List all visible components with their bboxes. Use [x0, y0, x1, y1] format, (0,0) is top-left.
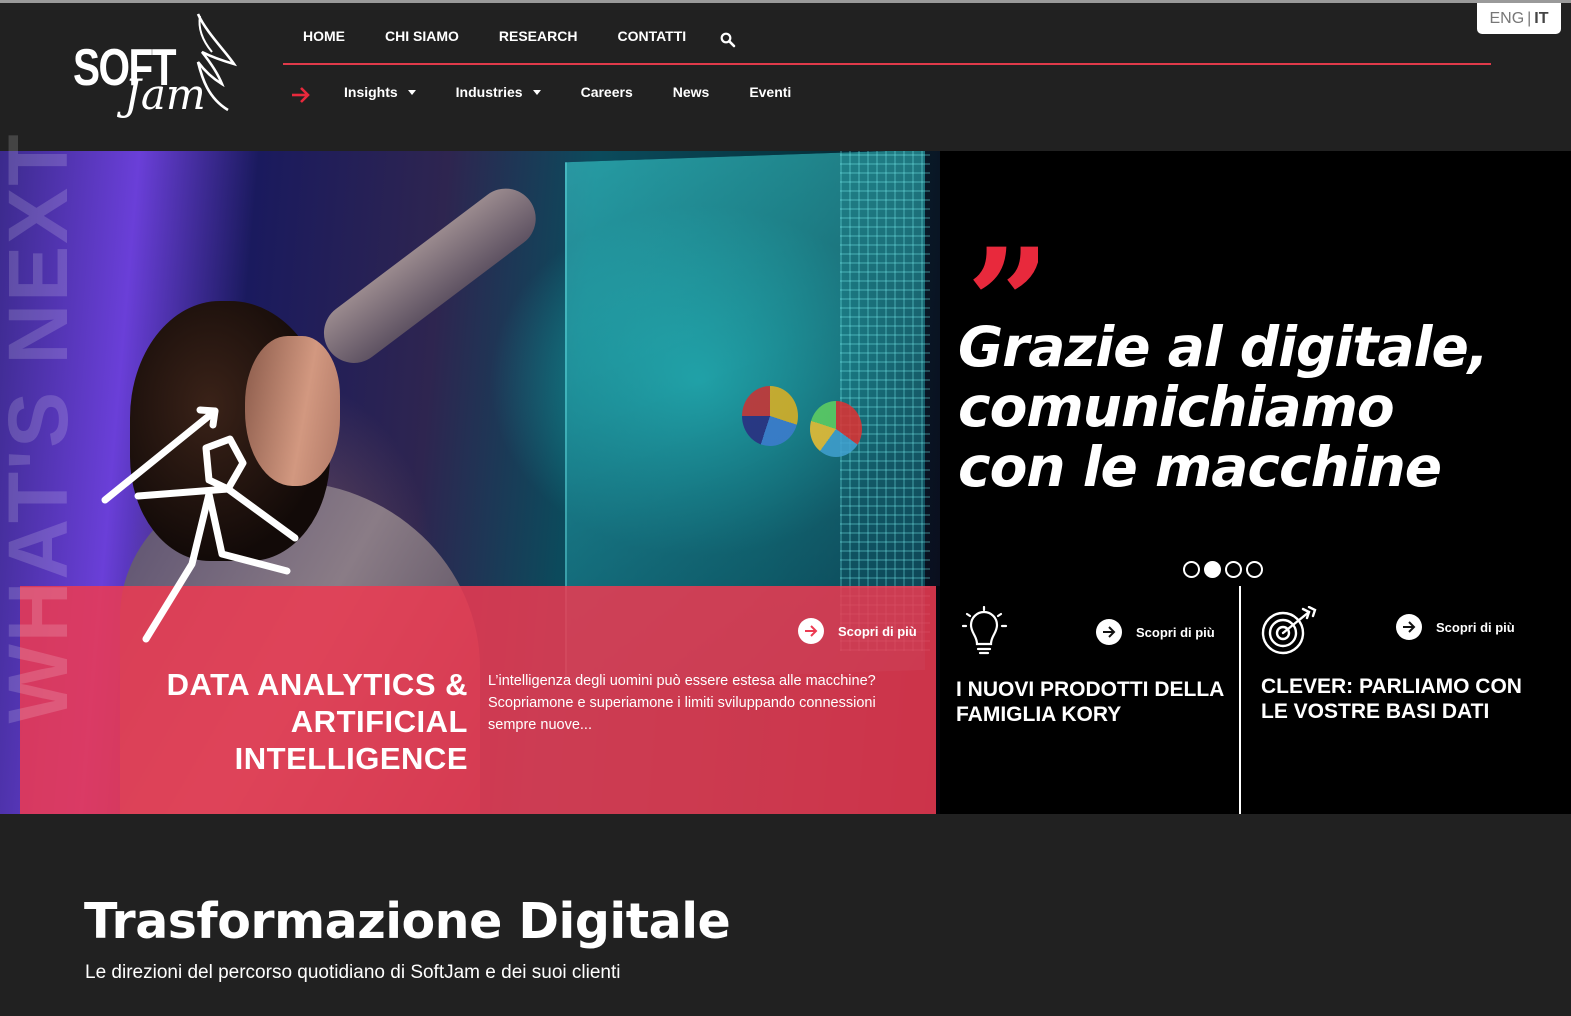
featured-more-label: Scopri di più: [838, 623, 917, 639]
kory-more-link[interactable]: Scopri di più: [1096, 619, 1215, 645]
nav-contatti[interactable]: CONTATTI: [617, 28, 686, 44]
featured-more-link[interactable]: Scopri di più: [798, 618, 917, 644]
arrow-circle-icon: [1096, 619, 1122, 645]
quote-mark: ”: [966, 229, 1039, 319]
clever-more-label: Scopri di più: [1436, 619, 1515, 635]
section-subtitle: Le direzioni del percorso quotidiano di …: [85, 962, 621, 983]
nav-insights-label: Insights: [344, 84, 398, 100]
hero-screen-grid: [840, 151, 930, 651]
nav-careers[interactable]: Careers: [581, 84, 633, 100]
vertical-side-text: WHAT'S NEXT: [0, 132, 85, 724]
caret-down-icon: [532, 89, 541, 95]
nav-industries-label: Industries: [455, 84, 523, 100]
pie-chart-icon: [742, 386, 798, 446]
slider-dot[interactable]: [1183, 561, 1200, 578]
nav-research[interactable]: RESEARCH: [499, 28, 578, 44]
slider-dots: [1183, 561, 1263, 578]
language-switcher: ENG | IT: [1477, 3, 1561, 34]
kory-more-label: Scopri di più: [1136, 624, 1215, 640]
nav-home[interactable]: HOME: [303, 28, 345, 44]
caret-down-icon: [407, 89, 416, 95]
arrow-right-icon: [291, 86, 311, 108]
nav-divider: [283, 63, 1491, 65]
logo-word-jam: Jam: [124, 70, 206, 119]
nav-news[interactable]: News: [673, 84, 710, 100]
lang-separator: |: [1527, 9, 1532, 27]
kory-card-title: I NUOVI PRODOTTI DELLA FAMIGLIA KORY: [956, 678, 1224, 726]
pie-chart-icon: [810, 401, 862, 457]
clever-card-title: CLEVER: PARLIAMO CON LE VOSTRE BASI DATI: [1261, 675, 1522, 723]
hero-quote: Grazie al digitale, comunichiamo con le …: [958, 315, 1489, 499]
slider-dot[interactable]: [1225, 561, 1242, 578]
lang-eng[interactable]: ENG: [1489, 10, 1524, 28]
kory-card[interactable]: Scopri di più I NUOVI PRODOTTI DELLA FAM…: [936, 586, 1239, 814]
top-border: [0, 0, 1571, 3]
primary-nav: HOME CHI SIAMO RESEARCH CONTATTI: [283, 28, 706, 44]
target-icon: [1261, 606, 1317, 655]
section-title: Trasformazione Digitale: [84, 893, 731, 950]
featured-card-description: L’intelligenza degli uomini può essere e…: [488, 673, 876, 733]
softjam-logo[interactable]: SOFT Jam: [70, 12, 240, 146]
nav-insights[interactable]: Insights: [344, 84, 416, 100]
nav-industries[interactable]: Industries: [456, 84, 541, 100]
hero-person-arm: [311, 176, 548, 375]
slider-dot[interactable]: [1246, 561, 1263, 578]
clever-more-link[interactable]: Scopri di più: [1396, 614, 1515, 640]
runner-pictogram-icon: [101, 406, 299, 643]
arrow-circle-icon: [1396, 614, 1422, 640]
secondary-nav: Insights Industries Careers News Eventi: [344, 84, 831, 100]
slider-dot-active[interactable]: [1204, 561, 1221, 578]
featured-card-title: DATA ANALYTICS & ARTIFICIAL INTELLIGENCE: [166, 667, 468, 776]
clever-card[interactable]: Scopri di più CLEVER: PARLIAMO CON LE VO…: [1241, 586, 1571, 814]
nav-chi-siamo[interactable]: CHI SIAMO: [385, 28, 459, 44]
search-icon[interactable]: [720, 32, 736, 52]
arrow-circle-icon: [798, 618, 824, 644]
lightbulb-icon: [962, 606, 1008, 655]
lang-it[interactable]: IT: [1534, 10, 1548, 28]
nav-eventi[interactable]: Eventi: [749, 84, 791, 100]
